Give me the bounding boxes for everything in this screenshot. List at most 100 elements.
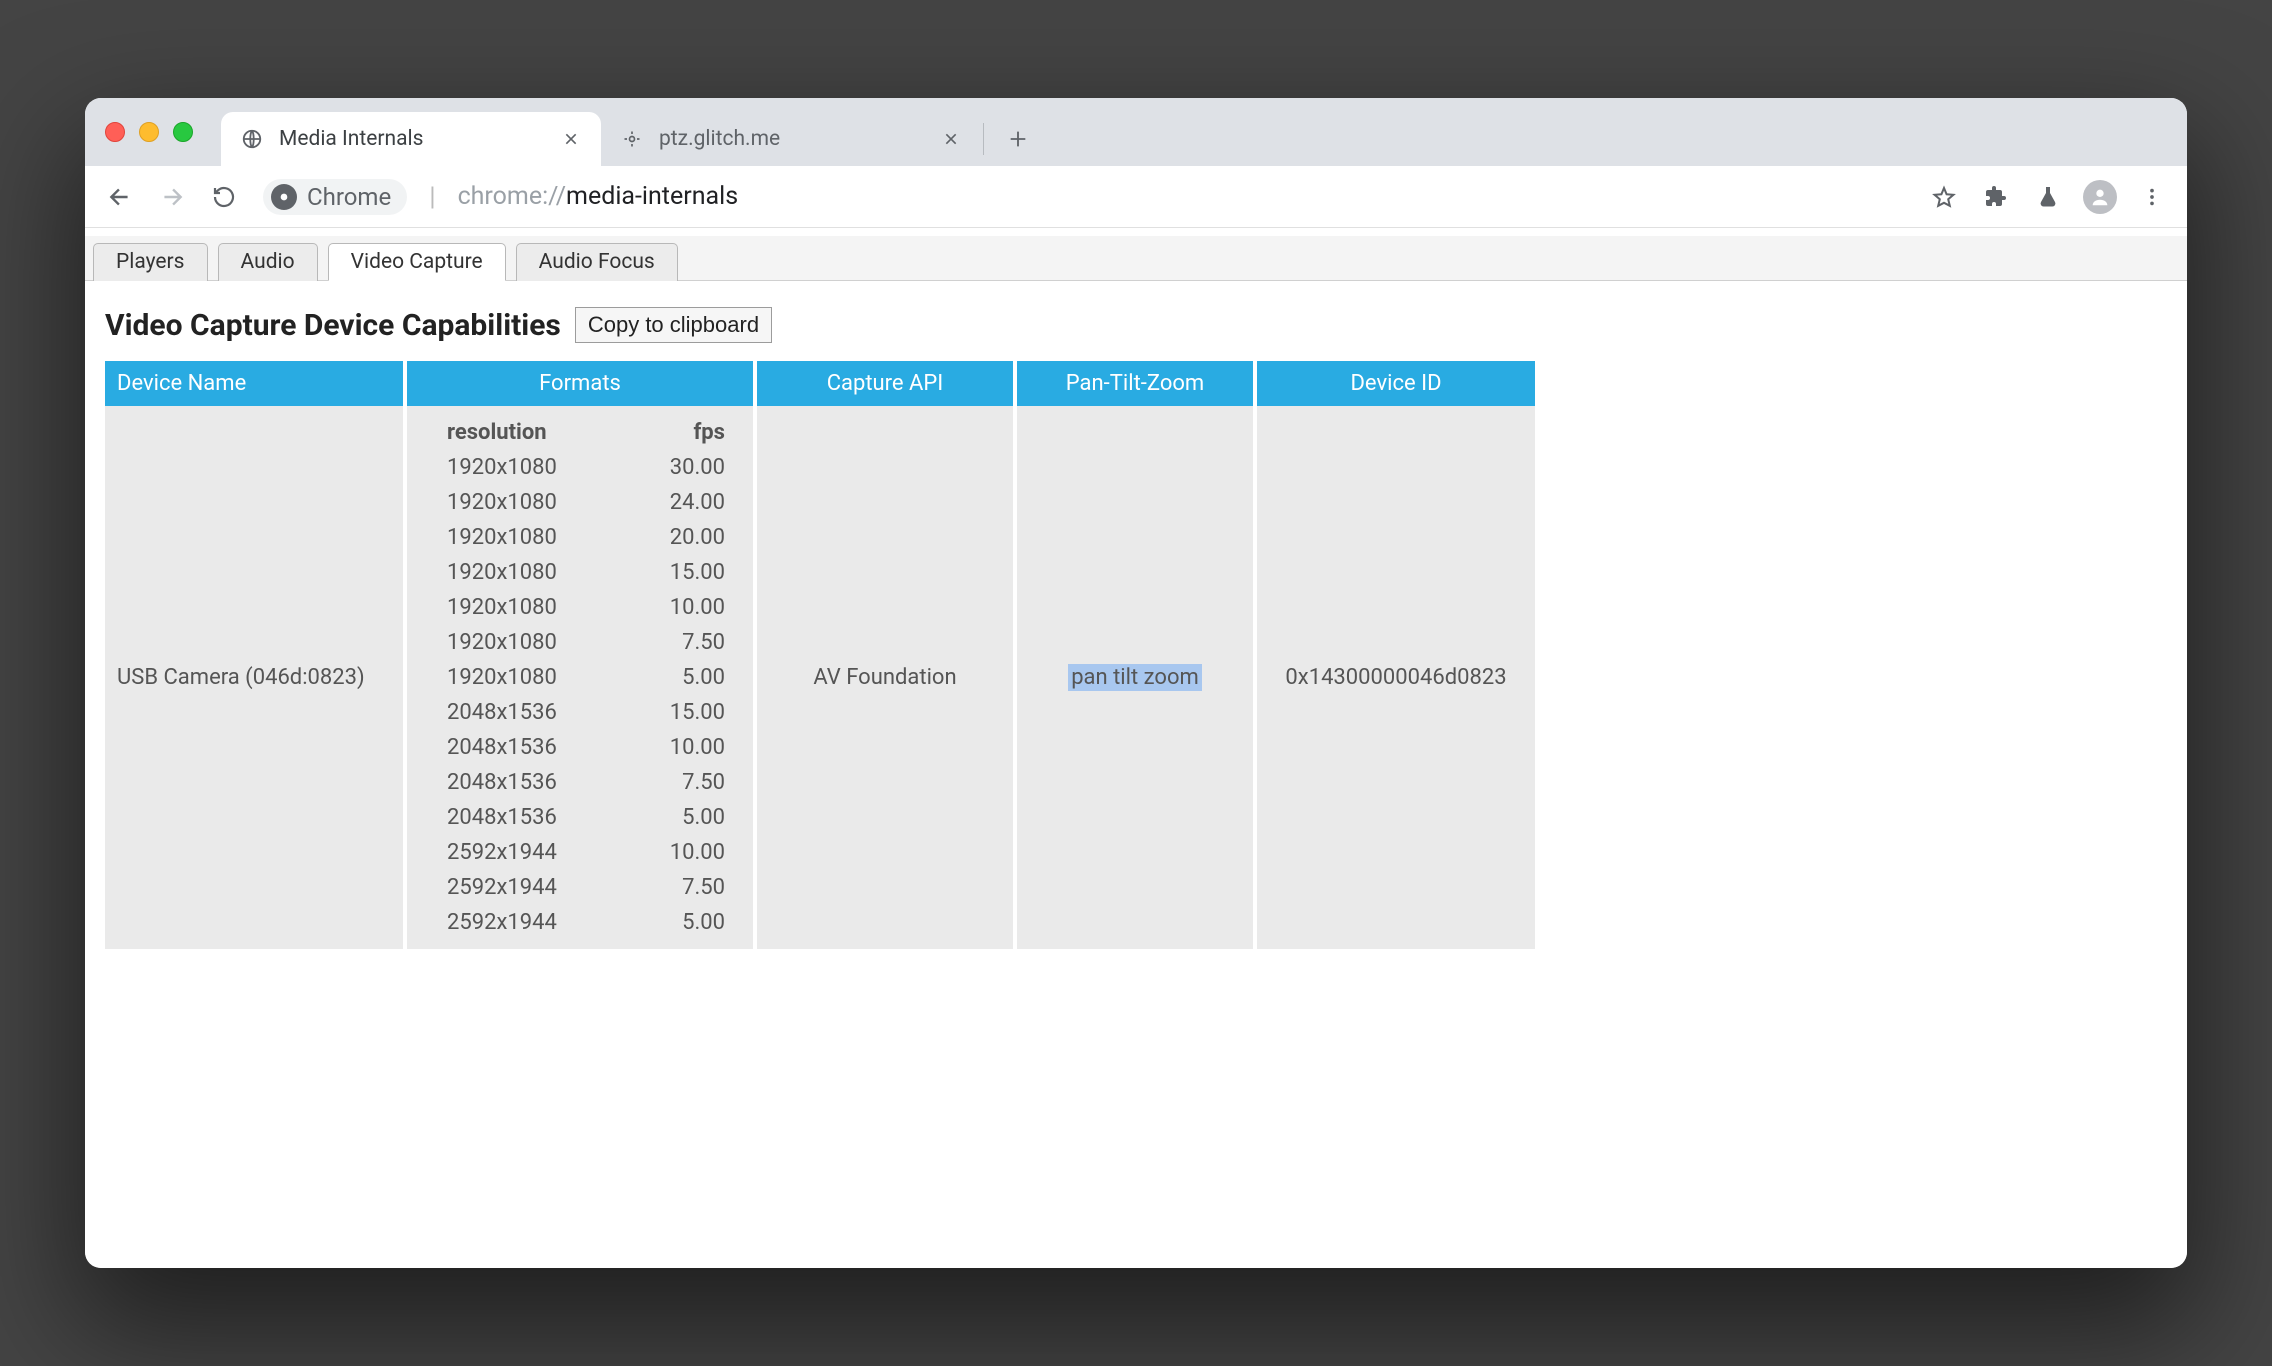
formats-header-resolution: resolution bbox=[407, 406, 611, 450]
page-tab-players[interactable]: Players bbox=[93, 243, 208, 281]
formats-row: 2592x19447.50 bbox=[407, 870, 753, 905]
formats-table: resolution fps 1920x108030.001920x108024… bbox=[407, 406, 753, 949]
formats-cell-fps: 5.00 bbox=[611, 905, 753, 949]
formats-cell-resolution: 1920x1080 bbox=[407, 660, 611, 695]
formats-cell-fps: 20.00 bbox=[611, 520, 753, 555]
formats-cell-fps: 15.00 bbox=[611, 695, 753, 730]
forward-button[interactable] bbox=[151, 176, 193, 218]
formats-cell-resolution: 2592x1944 bbox=[407, 870, 611, 905]
formats-row: 1920x10805.00 bbox=[407, 660, 753, 695]
formats-row: 2048x153610.00 bbox=[407, 730, 753, 765]
formats-row: 1920x108020.00 bbox=[407, 520, 753, 555]
browser-tab-ptz[interactable]: ptz.glitch.me bbox=[601, 112, 981, 166]
browser-toolbar: Chrome | chrome://media-internals bbox=[85, 166, 2187, 228]
page-tab-video-capture[interactable]: Video Capture bbox=[328, 243, 506, 281]
page-title: Video Capture Device Capabilities bbox=[105, 308, 561, 343]
page-content: Players Audio Video Capture Audio Focus … bbox=[85, 228, 2187, 1268]
back-button[interactable] bbox=[99, 176, 141, 218]
window-controls bbox=[105, 98, 221, 166]
site-icon bbox=[619, 126, 645, 152]
formats-cell-resolution: 2048x1536 bbox=[407, 765, 611, 800]
formats-cell-resolution: 1920x1080 bbox=[407, 590, 611, 625]
formats-cell-fps: 10.00 bbox=[611, 590, 753, 625]
formats-row: 2048x15367.50 bbox=[407, 765, 753, 800]
tab-title: ptz.glitch.me bbox=[659, 127, 780, 151]
page-tab-audio[interactable]: Audio bbox=[218, 243, 318, 281]
extensions-button[interactable] bbox=[1975, 176, 2017, 218]
header-capture-api[interactable]: Capture API bbox=[755, 361, 1015, 406]
formats-header-fps: fps bbox=[611, 406, 753, 450]
url-path: media-internals bbox=[566, 182, 738, 211]
origin-chip[interactable]: Chrome bbox=[263, 179, 407, 215]
table-row: USB Camera (046d:0823) resolution fps 19… bbox=[105, 406, 1535, 949]
browser-window: Media Internals ptz.glitch.me bbox=[85, 98, 2187, 1268]
formats-cell-fps: 15.00 bbox=[611, 555, 753, 590]
new-tab-button[interactable] bbox=[994, 115, 1042, 163]
formats-row: 1920x10807.50 bbox=[407, 625, 753, 660]
globe-icon bbox=[239, 126, 265, 152]
ptz-value-highlighted: pan tilt zoom bbox=[1068, 664, 1202, 691]
url-display: chrome://media-internals bbox=[458, 182, 739, 211]
formats-row: 1920x108030.00 bbox=[407, 450, 753, 485]
formats-cell-fps: 24.00 bbox=[611, 485, 753, 520]
header-device-name[interactable]: Device Name bbox=[105, 361, 405, 406]
formats-cell-fps: 7.50 bbox=[611, 870, 753, 905]
cell-formats: resolution fps 1920x108030.001920x108024… bbox=[405, 406, 755, 949]
header-pan-tilt-zoom[interactable]: Pan-Tilt-Zoom bbox=[1015, 361, 1255, 406]
formats-cell-fps: 10.00 bbox=[611, 835, 753, 870]
formats-cell-resolution: 1920x1080 bbox=[407, 450, 611, 485]
browser-tab-media-internals[interactable]: Media Internals bbox=[221, 112, 601, 166]
tab-title: Media Internals bbox=[279, 127, 423, 151]
maximize-window-button[interactable] bbox=[173, 122, 193, 142]
formats-cell-resolution: 2048x1536 bbox=[407, 695, 611, 730]
page-tabs: Players Audio Video Capture Audio Focus bbox=[85, 236, 2187, 281]
url-scheme: chrome:// bbox=[458, 182, 566, 211]
formats-cell-resolution: 2048x1536 bbox=[407, 800, 611, 835]
tab-strip: Media Internals ptz.glitch.me bbox=[85, 98, 2187, 166]
formats-row: 1920x108015.00 bbox=[407, 555, 753, 590]
address-bar[interactable]: Chrome | chrome://media-internals bbox=[255, 176, 1913, 218]
bookmark-button[interactable] bbox=[1923, 176, 1965, 218]
formats-cell-fps: 7.50 bbox=[611, 625, 753, 660]
minimize-window-button[interactable] bbox=[139, 122, 159, 142]
cell-device-name: USB Camera (046d:0823) bbox=[105, 406, 405, 949]
formats-row: 2048x153615.00 bbox=[407, 695, 753, 730]
profile-button[interactable] bbox=[2079, 176, 2121, 218]
menu-button[interactable] bbox=[2131, 176, 2173, 218]
formats-cell-fps: 5.00 bbox=[611, 800, 753, 835]
formats-cell-resolution: 2048x1536 bbox=[407, 730, 611, 765]
header-formats[interactable]: Formats bbox=[405, 361, 755, 406]
origin-chip-label: Chrome bbox=[307, 183, 391, 211]
formats-cell-resolution: 2592x1944 bbox=[407, 835, 611, 870]
formats-cell-fps: 7.50 bbox=[611, 765, 753, 800]
cell-capture-api: AV Foundation bbox=[755, 406, 1015, 949]
formats-cell-resolution: 1920x1080 bbox=[407, 625, 611, 660]
close-window-button[interactable] bbox=[105, 122, 125, 142]
labs-button[interactable] bbox=[2027, 176, 2069, 218]
tab-separator bbox=[983, 123, 984, 155]
formats-cell-resolution: 1920x1080 bbox=[407, 520, 611, 555]
formats-cell-resolution: 2592x1944 bbox=[407, 905, 611, 949]
avatar-icon bbox=[2083, 180, 2117, 214]
cell-device-id: 0x14300000046d0823 bbox=[1255, 406, 1535, 949]
formats-row: 2592x194410.00 bbox=[407, 835, 753, 870]
omnibox-separator: | bbox=[429, 182, 435, 212]
formats-row: 2592x19445.00 bbox=[407, 905, 753, 949]
capabilities-table: Device Name Formats Capture API Pan-Tilt… bbox=[105, 361, 1535, 949]
close-tab-button[interactable] bbox=[559, 127, 583, 151]
header-device-id[interactable]: Device ID bbox=[1255, 361, 1535, 406]
formats-cell-resolution: 1920x1080 bbox=[407, 555, 611, 590]
formats-cell-fps: 30.00 bbox=[611, 450, 753, 485]
close-tab-button[interactable] bbox=[939, 127, 963, 151]
formats-row: 1920x108024.00 bbox=[407, 485, 753, 520]
reload-button[interactable] bbox=[203, 176, 245, 218]
formats-cell-fps: 5.00 bbox=[611, 660, 753, 695]
formats-row: 1920x108010.00 bbox=[407, 590, 753, 625]
formats-row: 2048x15365.00 bbox=[407, 800, 753, 835]
cell-ptz: pan tilt zoom bbox=[1015, 406, 1255, 949]
chrome-icon bbox=[271, 184, 297, 210]
page-tab-audio-focus[interactable]: Audio Focus bbox=[516, 243, 678, 281]
copy-to-clipboard-button[interactable]: Copy to clipboard bbox=[575, 307, 772, 343]
formats-cell-resolution: 1920x1080 bbox=[407, 485, 611, 520]
formats-cell-fps: 10.00 bbox=[611, 730, 753, 765]
